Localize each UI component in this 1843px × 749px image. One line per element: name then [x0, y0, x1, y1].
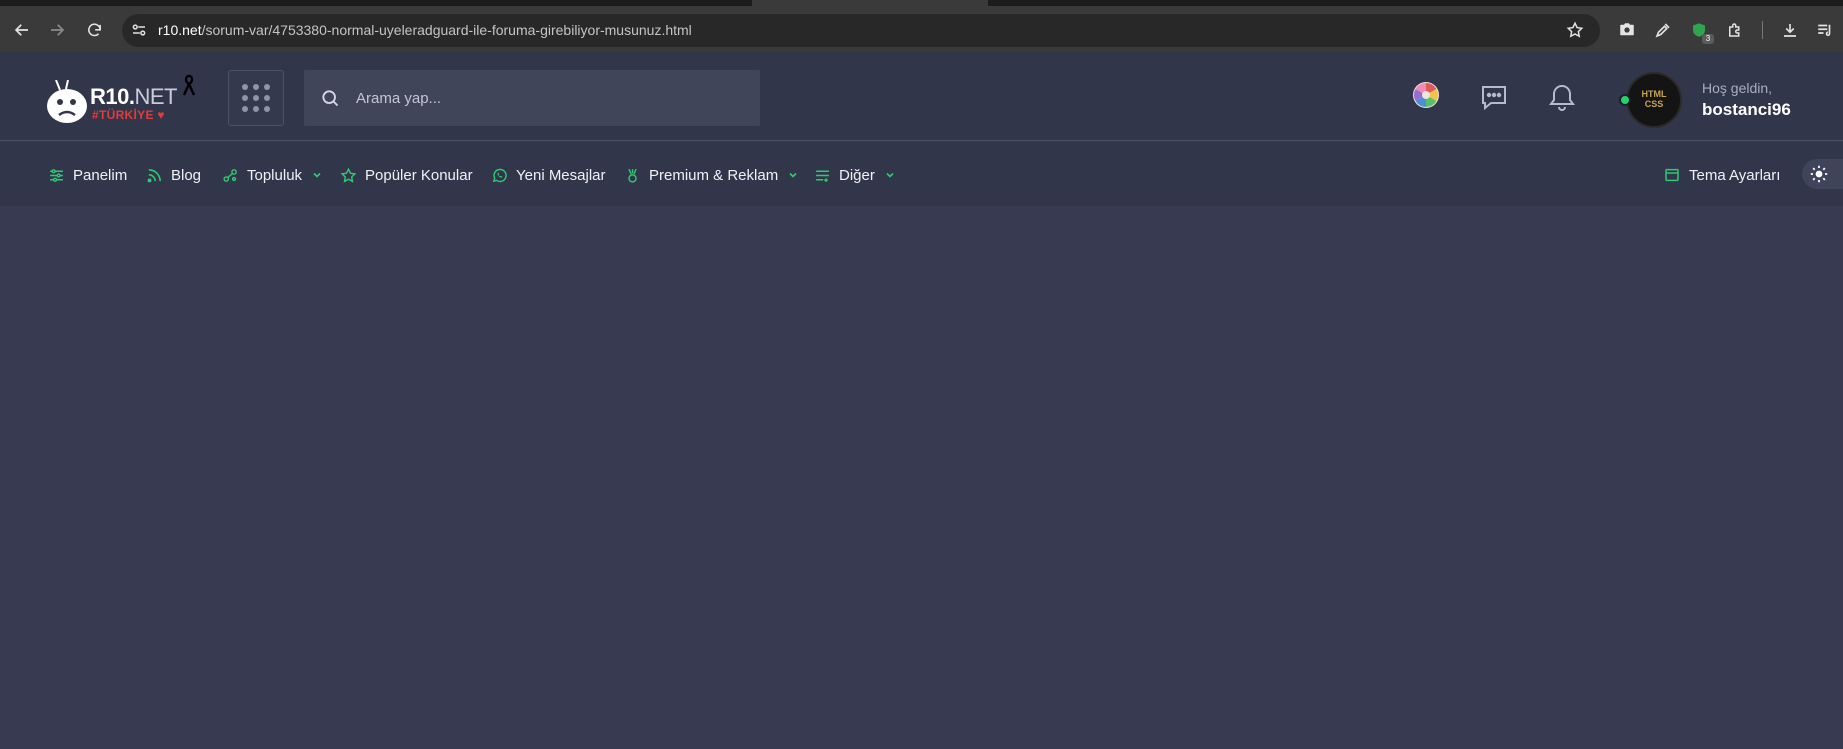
theme-settings-label: Tema Ayarları	[1689, 166, 1781, 184]
nav-item-label: Panelim	[73, 166, 128, 184]
medal-icon	[624, 167, 641, 184]
feed-icon	[146, 167, 163, 184]
main-nav: Panelim Blog Topluluk Popüler Konular Ye…	[0, 142, 1843, 206]
online-status-dot	[1619, 94, 1631, 106]
back-button[interactable]	[8, 16, 36, 44]
nav-item-label: Topluluk	[247, 166, 303, 184]
reading-list-icon[interactable]	[1814, 19, 1836, 41]
arrow-left-icon	[14, 24, 28, 36]
reload-icon	[87, 22, 101, 36]
toolbar-separator	[1762, 21, 1763, 39]
community-icon	[222, 167, 239, 184]
nav-item-blog[interactable]: Blog	[146, 164, 201, 186]
nav-item-label: Popüler Konular	[365, 166, 473, 184]
nav-item-label: Diğer	[839, 166, 875, 184]
url-host: r10.net	[158, 22, 202, 38]
nav-item-label: Blog	[171, 166, 202, 184]
theme-settings-link[interactable]: Tema Ayarları	[1664, 164, 1780, 186]
download-icon[interactable]	[1779, 19, 1801, 41]
chevron-down-icon	[885, 170, 895, 180]
nav-item-premium-reklam[interactable]: Premium & Reklam	[624, 164, 798, 186]
nav-item-label: Yeni Mesajlar	[516, 166, 606, 184]
nav-item-label: Premium & Reklam	[649, 166, 779, 184]
mascot-face-icon	[47, 80, 87, 123]
window-icon	[1664, 167, 1681, 184]
chevron-down-icon	[312, 170, 322, 180]
whatsapp-icon	[491, 167, 508, 184]
arrow-right-icon	[51, 24, 65, 36]
url-path: /sorum-var/4753380-normal-uyeleradguard-…	[201, 22, 692, 38]
search-box[interactable]	[304, 70, 760, 126]
forward-button[interactable]	[43, 16, 71, 44]
site-header: R10.NET #TÜRKİYE ♥ HTMLCSS Hoş geldin, b…	[0, 52, 1843, 141]
theme-toggle[interactable]	[1802, 159, 1843, 189]
color-wheel-icon[interactable]	[1412, 81, 1440, 109]
star-icon	[340, 166, 357, 184]
apps-grid-button[interactable]	[228, 70, 284, 126]
reload-button[interactable]	[80, 16, 108, 44]
list-icon	[814, 167, 831, 184]
nav-item-populer-konular[interactable]: Popüler Konular	[340, 164, 473, 186]
search-icon	[322, 90, 339, 107]
nav-item-diger[interactable]: Diğer	[814, 164, 895, 186]
username[interactable]: bostanci96	[1702, 100, 1791, 120]
nav-item-yeni-mesajlar[interactable]: Yeni Mesajlar	[491, 164, 606, 186]
greeting-text: Hoş geldin,	[1702, 80, 1773, 96]
page-content-area	[0, 206, 1843, 749]
site-info-icon[interactable]	[130, 21, 150, 41]
nav-item-panelim[interactable]: Panelim	[48, 164, 127, 186]
black-ribbon-icon	[182, 74, 196, 96]
address-bar[interactable]: r10.net/sorum-var/4753380-normal-uyelera…	[122, 14, 1600, 47]
bell-icon[interactable]	[1547, 82, 1577, 112]
eyedropper-icon[interactable]	[1652, 19, 1674, 41]
extensions-puzzle-icon[interactable]	[1724, 19, 1746, 41]
avatar-image-text: HTML CSS	[1641, 89, 1667, 109]
url-text[interactable]: r10.net/sorum-var/4753380-normal-uyelera…	[158, 22, 692, 38]
sliders-icon	[48, 167, 65, 184]
sun-icon	[1810, 165, 1828, 183]
search-input[interactable]	[356, 70, 746, 126]
chevron-down-icon	[788, 170, 798, 180]
extension-count-badge: 3	[1702, 34, 1714, 44]
browser-toolbar: r10.net/sorum-var/4753380-normal-uyelera…	[0, 0, 1843, 52]
avatar[interactable]: HTML CSS	[1626, 72, 1682, 128]
messages-icon[interactable]	[1479, 82, 1509, 112]
logo-tagline: #TÜRKİYE ♥	[92, 108, 165, 122]
nav-item-topluluk[interactable]: Topluluk	[222, 164, 322, 186]
camera-icon[interactable]	[1616, 19, 1638, 41]
logo-wordmark: R10.NET	[90, 84, 177, 109]
tab-strip	[0, 0, 1843, 6]
bookmark-star-icon[interactable]	[1566, 21, 1586, 41]
